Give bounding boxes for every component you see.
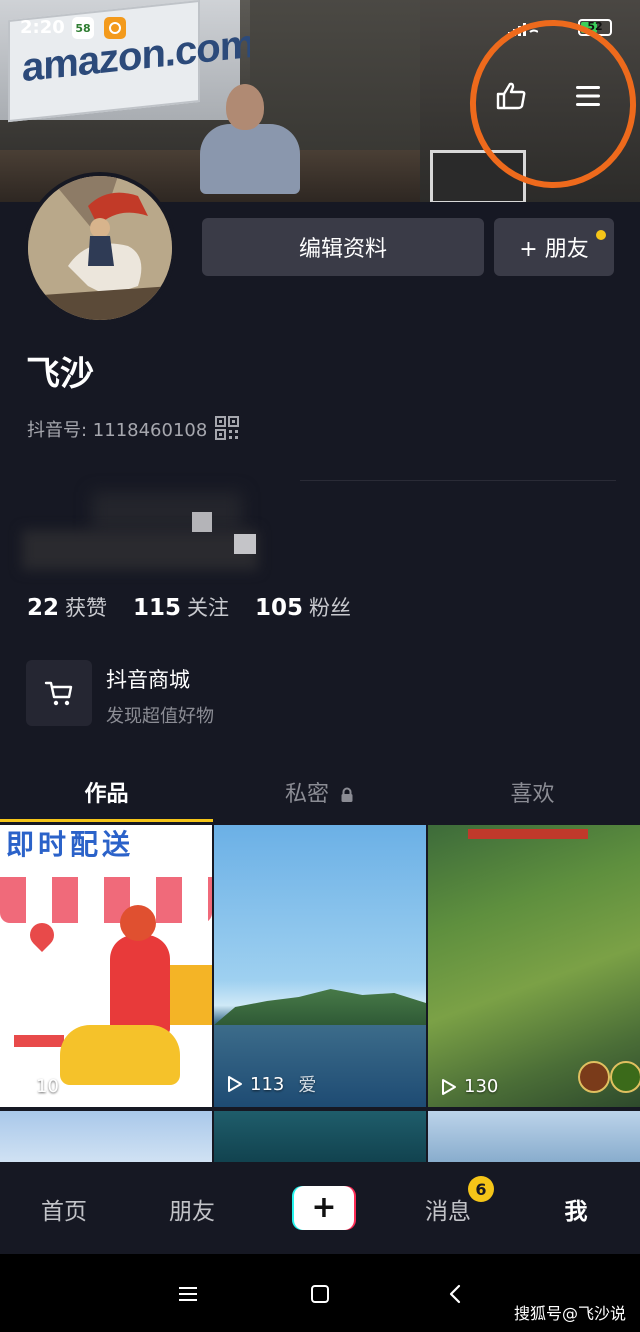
username: 飞沙	[26, 354, 94, 394]
stat-number: 105	[255, 595, 304, 621]
arrow-graphic	[14, 1035, 64, 1047]
play-count-value: 113	[250, 1073, 285, 1095]
game-skill-icon	[610, 1061, 640, 1093]
system-nav-bar: 搜狐号@飞沙说	[0, 1254, 640, 1332]
redacted-square	[234, 534, 256, 554]
watermark: 搜狐号@飞沙说	[513, 1304, 626, 1323]
play-icon	[228, 1076, 242, 1092]
add-friend-button[interactable]: + 朋友	[494, 218, 614, 276]
recent-apps-icon[interactable]	[176, 1282, 200, 1306]
stat-likes[interactable]: 22 获赞	[27, 592, 107, 622]
island-graphic	[214, 989, 426, 1025]
stat-followers[interactable]: 105 粉丝	[255, 592, 351, 622]
nav-me[interactable]: 我	[512, 1192, 640, 1226]
play-count-value: 10	[36, 1076, 59, 1097]
qr-code-icon[interactable]	[215, 416, 239, 440]
redacted-bio	[22, 492, 322, 582]
douyin-id[interactable]: 抖音号: 1118460108	[27, 416, 207, 442]
stat-following[interactable]: 115 关注	[133, 592, 229, 622]
active-tab-indicator	[0, 819, 213, 822]
delivery-rider	[110, 935, 170, 1035]
shopping-cart-icon	[26, 660, 92, 726]
mall-title: 抖音商城	[106, 668, 190, 692]
back-icon[interactable]	[444, 1282, 468, 1306]
profile-stats: 22 获赞 115 关注 105 粉丝	[27, 592, 351, 622]
cover-person-head	[226, 84, 264, 130]
stat-number: 115	[133, 595, 182, 621]
map-pin-icon	[25, 918, 59, 952]
create-video-button[interactable]: +	[292, 1186, 356, 1230]
thumbnail-banner-text: 即时配送	[0, 825, 212, 865]
nav-messages[interactable]: 消息	[384, 1192, 512, 1226]
stat-label: 获赞	[65, 596, 108, 620]
play-count: 130	[438, 1076, 498, 1097]
mall-subtitle: 发现超值好物	[106, 706, 214, 727]
thumbnail-caption: 爱	[298, 1075, 317, 1096]
play-count-value: 130	[464, 1076, 499, 1097]
video-grid: 即时配送 10 113 爱 130	[0, 825, 640, 1165]
redacted-square	[192, 512, 212, 532]
douyin-mall-entry[interactable]: 抖音商城 发现超值好物	[26, 660, 426, 730]
avatar-painting	[28, 176, 172, 320]
lock-icon	[341, 787, 353, 802]
play-count: 10	[10, 1076, 59, 1097]
tab-private[interactable]: 私密	[213, 776, 426, 808]
edit-profile-button[interactable]: 编辑资料	[202, 218, 484, 276]
play-icon	[442, 1078, 456, 1095]
rider-helmet	[120, 905, 156, 941]
nav-home[interactable]: 首页	[0, 1192, 128, 1226]
status-time: 2:20	[20, 17, 65, 38]
video-thumbnail[interactable]	[0, 1111, 212, 1165]
redacted-block	[22, 530, 258, 570]
video-thumbnail[interactable]: 130	[428, 825, 640, 1107]
tab-likes[interactable]: 喜欢	[426, 776, 639, 808]
tab-works[interactable]: 作品	[0, 776, 213, 808]
scooter	[60, 1025, 180, 1085]
game-skill-icon	[578, 1061, 610, 1093]
profile-tabs: 作品 私密 喜欢	[0, 762, 640, 822]
plus-icon: +	[294, 1186, 354, 1230]
messages-badge: 6	[468, 1176, 494, 1202]
bottom-nav: 首页 朋友 + 消息 6 我	[0, 1162, 640, 1254]
avatar[interactable]	[24, 172, 176, 324]
video-thumbnail[interactable]	[428, 1111, 640, 1165]
app-58-icon: 58	[72, 17, 94, 39]
new-friend-dot	[596, 230, 606, 240]
video-thumbnail[interactable]	[214, 1111, 426, 1165]
play-icon	[14, 1078, 28, 1095]
divider	[300, 480, 616, 481]
video-thumbnail[interactable]: 即时配送 10	[0, 825, 212, 1107]
stat-number: 22	[27, 595, 60, 621]
tab-private-label: 私密	[284, 782, 329, 807]
game-hud-bar	[468, 829, 588, 839]
stat-label: 粉丝	[309, 596, 352, 620]
stat-label: 关注	[187, 596, 230, 620]
cover-person-body	[200, 124, 300, 194]
play-count: 113 爱	[224, 1071, 316, 1097]
notification-app-icon	[104, 17, 126, 39]
home-icon[interactable]	[308, 1282, 332, 1306]
nav-friends[interactable]: 朋友	[128, 1192, 256, 1226]
redacted-block	[92, 492, 242, 532]
add-friend-label: + 朋友	[519, 237, 589, 262]
thumbnail-awning	[0, 877, 212, 923]
video-thumbnail[interactable]: 113 爱	[214, 825, 426, 1107]
